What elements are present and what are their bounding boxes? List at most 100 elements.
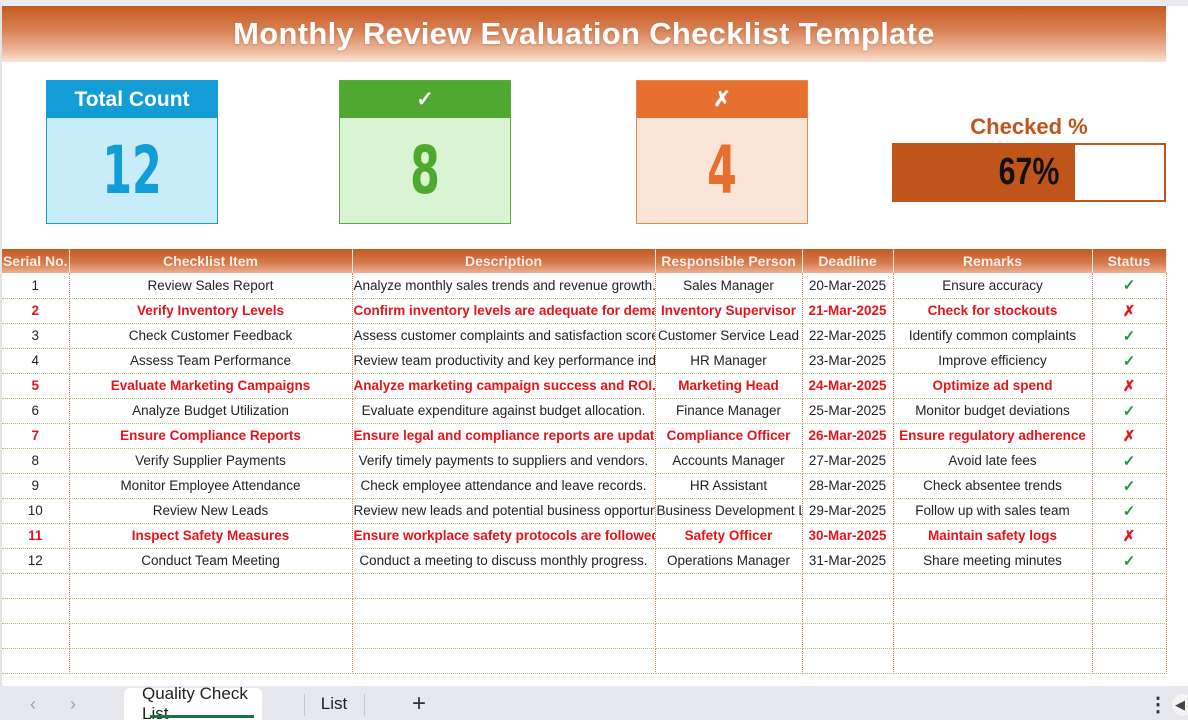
status-check-icon[interactable]: ✓	[1092, 348, 1167, 374]
cell-checklist-item[interactable]: Conduct Team Meeting	[69, 548, 353, 574]
empty-cell[interactable]	[893, 648, 1093, 674]
empty-cell[interactable]	[655, 648, 803, 674]
empty-cell[interactable]	[893, 573, 1093, 599]
status-check-icon[interactable]: ✓	[1092, 498, 1167, 524]
header-responsible-person[interactable]: Responsible Person	[655, 249, 803, 273]
cell-deadline[interactable]: 26-Mar-2025	[802, 423, 894, 449]
cell-serial[interactable]: 7	[2, 423, 70, 449]
cell-description[interactable]: Evaluate expenditure against budget allo…	[352, 398, 656, 424]
cell-description[interactable]: Ensure workplace safety protocols are fo…	[352, 523, 656, 549]
cell-serial[interactable]: 4	[2, 348, 70, 374]
cell-deadline[interactable]: 29-Mar-2025	[802, 498, 894, 524]
header-checklist-item[interactable]: Checklist Item	[69, 249, 353, 273]
empty-cell[interactable]	[802, 623, 894, 649]
cell-deadline[interactable]: 27-Mar-2025	[802, 448, 894, 474]
status-check-icon[interactable]: ✓	[1092, 473, 1167, 499]
status-check-icon[interactable]: ✓	[1092, 273, 1167, 299]
cell-responsible-person[interactable]: Accounts Manager	[655, 448, 803, 474]
cell-responsible-person[interactable]: HR Manager	[655, 348, 803, 374]
cell-serial[interactable]: 11	[2, 523, 70, 549]
cell-deadline[interactable]: 21-Mar-2025	[802, 298, 894, 324]
cell-checklist-item[interactable]: Check Customer Feedback	[69, 323, 353, 349]
cell-remarks[interactable]: Identify common complaints	[893, 323, 1093, 349]
cell-responsible-person[interactable]: Business Development Lead	[655, 498, 803, 524]
cell-description[interactable]: Review team productivity and key perform…	[352, 348, 656, 374]
header-status[interactable]: Status	[1092, 249, 1167, 273]
cell-checklist-item[interactable]: Inspect Safety Measures	[69, 523, 353, 549]
empty-cell[interactable]	[2, 623, 70, 649]
cell-deadline[interactable]: 24-Mar-2025	[802, 373, 894, 399]
cell-deadline[interactable]: 28-Mar-2025	[802, 473, 894, 499]
cell-remarks[interactable]: Ensure accuracy	[893, 273, 1093, 299]
cell-remarks[interactable]: Avoid late fees	[893, 448, 1093, 474]
cell-description[interactable]: Verify timely payments to suppliers and …	[352, 448, 656, 474]
cell-remarks[interactable]: Check for stockouts	[893, 298, 1093, 324]
cell-checklist-item[interactable]: Evaluate Marketing Campaigns	[69, 373, 353, 399]
empty-cell[interactable]	[655, 623, 803, 649]
cell-serial[interactable]: 3	[2, 323, 70, 349]
cell-checklist-item[interactable]: Monitor Employee Attendance	[69, 473, 353, 499]
cell-deadline[interactable]: 20-Mar-2025	[802, 273, 894, 299]
empty-cell[interactable]	[352, 623, 656, 649]
status-cross-icon[interactable]: ✗	[1092, 373, 1167, 399]
status-check-icon[interactable]: ✓	[1092, 448, 1167, 474]
empty-cell[interactable]	[2, 573, 70, 599]
cell-description[interactable]: Confirm inventory levels are adequate fo…	[352, 298, 656, 324]
add-sheet-icon[interactable]: +	[412, 690, 426, 718]
header-remarks[interactable]: Remarks	[893, 249, 1093, 273]
tab-quality-check-list[interactable]: Quality Check List	[124, 684, 262, 723]
cell-serial[interactable]: 6	[2, 398, 70, 424]
cell-description[interactable]: Analyze marketing campaign success and R…	[352, 373, 656, 399]
empty-cell[interactable]	[352, 598, 656, 624]
empty-cell[interactable]	[352, 648, 656, 674]
cell-description[interactable]: Check employee attendance and leave reco…	[352, 473, 656, 499]
empty-cell[interactable]	[893, 623, 1093, 649]
cell-responsible-person[interactable]: Operations Manager	[655, 548, 803, 574]
scroll-left-icon[interactable]: ◀	[1172, 694, 1188, 716]
cell-serial[interactable]: 9	[2, 473, 70, 499]
empty-cell[interactable]	[69, 648, 353, 674]
header-serial[interactable]: Serial No.	[2, 249, 70, 273]
empty-cell[interactable]	[69, 573, 353, 599]
cell-deadline[interactable]: 25-Mar-2025	[802, 398, 894, 424]
empty-cell[interactable]	[655, 598, 803, 624]
status-check-icon[interactable]: ✓	[1092, 398, 1167, 424]
empty-cell[interactable]	[655, 573, 803, 599]
cell-description[interactable]: Conduct a meeting to discuss monthly pro…	[352, 548, 656, 574]
cell-responsible-person[interactable]: Marketing Head	[655, 373, 803, 399]
empty-cell[interactable]	[2, 648, 70, 674]
empty-cell[interactable]	[802, 598, 894, 624]
cell-responsible-person[interactable]: Finance Manager	[655, 398, 803, 424]
cell-description[interactable]: Review new leads and potential business …	[352, 498, 656, 524]
cell-deadline[interactable]: 30-Mar-2025	[802, 523, 894, 549]
status-cross-icon[interactable]: ✗	[1092, 423, 1167, 449]
empty-cell[interactable]	[1092, 598, 1167, 624]
cell-responsible-person[interactable]: Safety Officer	[655, 523, 803, 549]
prev-sheet-icon[interactable]: ‹	[30, 694, 36, 715]
cell-remarks[interactable]: Share meeting minutes	[893, 548, 1093, 574]
cell-checklist-item[interactable]: Analyze Budget Utilization	[69, 398, 353, 424]
cell-description[interactable]: Ensure legal and compliance reports are …	[352, 423, 656, 449]
cell-responsible-person[interactable]: Sales Manager	[655, 273, 803, 299]
cell-checklist-item[interactable]: Assess Team Performance	[69, 348, 353, 374]
cell-serial[interactable]: 10	[2, 498, 70, 524]
header-deadline[interactable]: Deadline	[802, 249, 894, 273]
empty-cell[interactable]	[352, 573, 656, 599]
next-sheet-icon[interactable]: ›	[70, 694, 76, 715]
cell-remarks[interactable]: Maintain safety logs	[893, 523, 1093, 549]
cell-remarks[interactable]: Optimize ad spend	[893, 373, 1093, 399]
cell-serial[interactable]: 2	[2, 298, 70, 324]
cell-deadline[interactable]: 31-Mar-2025	[802, 548, 894, 574]
status-check-icon[interactable]: ✓	[1092, 548, 1167, 574]
empty-cell[interactable]	[893, 598, 1093, 624]
cell-description[interactable]: Assess customer complaints and satisfact…	[352, 323, 656, 349]
empty-cell[interactable]	[69, 598, 353, 624]
cell-remarks[interactable]: Ensure regulatory adherence	[893, 423, 1093, 449]
empty-cell[interactable]	[1092, 573, 1167, 599]
cell-remarks[interactable]: Check absentee trends	[893, 473, 1093, 499]
cell-checklist-item[interactable]: Ensure Compliance Reports	[69, 423, 353, 449]
empty-cell[interactable]	[1092, 648, 1167, 674]
header-description[interactable]: Description	[352, 249, 656, 273]
cell-checklist-item[interactable]: Verify Inventory Levels	[69, 298, 353, 324]
status-cross-icon[interactable]: ✗	[1092, 298, 1167, 324]
